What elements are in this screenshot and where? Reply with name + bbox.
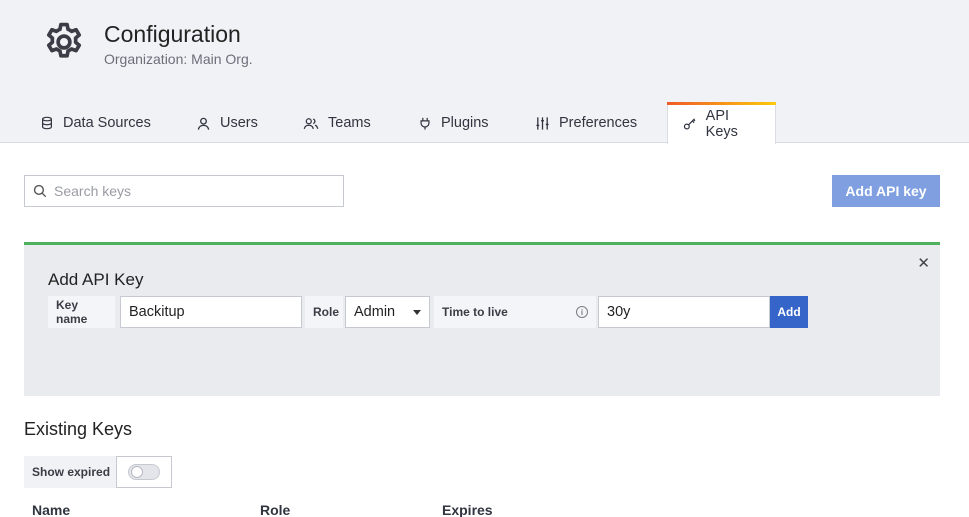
key-name-input[interactable] (129, 304, 293, 320)
tab-api-keys[interactable]: API Keys (667, 102, 776, 144)
tab-label: Plugins (441, 115, 489, 131)
add-button[interactable]: Add (770, 296, 808, 328)
tab-label: Teams (328, 115, 371, 131)
tab-label: API Keys (705, 107, 738, 140)
page-subtitle: Organization: Main Org. (104, 51, 253, 67)
ttl-label-text: Time to live (442, 305, 508, 319)
column-header-expires: Expires (442, 502, 493, 517)
tab-label: Preferences (559, 115, 638, 131)
tab-label: Data Sources (63, 115, 151, 131)
tab-label: Users (220, 115, 258, 131)
tab-teams[interactable]: Teams (303, 102, 371, 144)
page-header: Configuration Organization: Main Org. Da… (0, 0, 969, 144)
sliders-icon (536, 116, 549, 130)
role-value: Admin (354, 304, 396, 320)
role-label: Role (305, 296, 343, 328)
page-title: Configuration (104, 21, 241, 47)
show-expired-toggle-wrap (116, 456, 172, 488)
toggle-knob (131, 466, 143, 478)
ttl-input[interactable] (607, 304, 761, 320)
tab-preferences[interactable]: Preferences (535, 102, 637, 144)
panel-title: Add API Key (48, 270, 144, 289)
existing-keys-title: Existing Keys (24, 419, 133, 439)
key-name-label: Key name (48, 296, 115, 328)
role-select[interactable]: Admin (345, 296, 430, 328)
search-input[interactable] (54, 183, 334, 199)
ttl-field[interactable] (598, 296, 770, 328)
close-icon[interactable]: ✕ (917, 254, 930, 272)
ttl-label: Time to live i (434, 296, 596, 328)
key-icon (683, 118, 696, 130)
user-icon (197, 117, 210, 130)
tab-users[interactable]: Users (196, 102, 258, 144)
tab-plugins[interactable]: Plugins (418, 102, 489, 144)
database-icon (42, 116, 52, 130)
show-expired-toggle[interactable] (128, 464, 160, 480)
caret-down-icon (413, 309, 421, 315)
gear-icon (46, 22, 82, 58)
add-api-key-panel: ✕ Add API Key Key name Role Admin Time t… (24, 242, 940, 396)
tab-data-sources[interactable]: Data Sources (40, 102, 151, 144)
info-icon[interactable]: i (576, 306, 588, 318)
plug-icon (420, 117, 430, 130)
column-header-name: Name (32, 502, 71, 517)
add-api-key-button[interactable]: Add API key (832, 175, 940, 207)
key-name-field[interactable] (120, 296, 302, 328)
users-icon (303, 117, 319, 129)
show-expired-label: Show expired (24, 456, 119, 488)
search-box (24, 175, 344, 207)
search-icon (33, 184, 47, 198)
column-header-role: Role (260, 502, 291, 517)
